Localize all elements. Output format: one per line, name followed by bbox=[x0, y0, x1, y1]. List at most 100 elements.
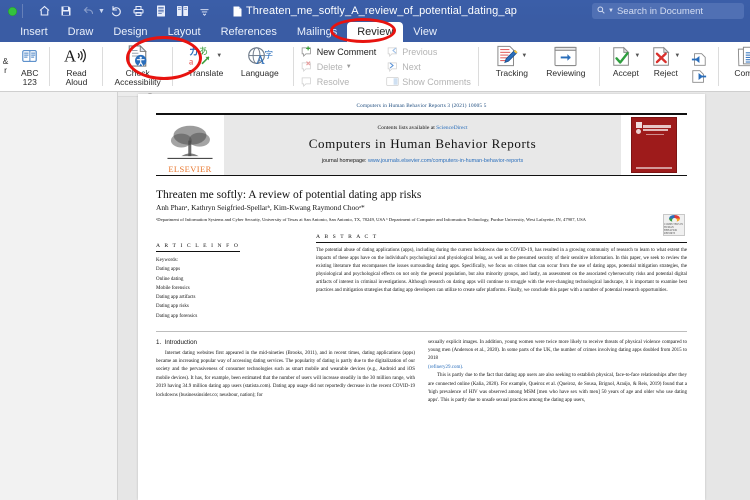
header-rule-bottom bbox=[156, 174, 687, 177]
body-paragraph-right-3: This is partly due to the fact that dati… bbox=[428, 373, 687, 404]
ribbon-divider bbox=[598, 47, 600, 86]
thesaurus-label: & r bbox=[2, 56, 9, 75]
running-head: Computers in Human Behavior Reports 3 (2… bbox=[356, 103, 487, 109]
tab-review[interactable]: Review bbox=[347, 22, 404, 42]
word-count-button[interactable]: ABC 123 bbox=[16, 42, 43, 91]
ribbon-group-speech: A Read Aloud bbox=[52, 42, 100, 91]
svg-text:A: A bbox=[64, 47, 76, 66]
save-icon[interactable] bbox=[56, 2, 76, 20]
search-scope-caret-icon[interactable]: ▼ bbox=[608, 8, 614, 14]
section-title: Introduction bbox=[164, 338, 197, 346]
tab-layout[interactable]: Layout bbox=[158, 22, 211, 42]
ribbon-group-changes: ▼ Accept ▼ Reject bbox=[602, 42, 716, 91]
search-placeholder-text: Search in Document bbox=[616, 5, 704, 17]
reject-button[interactable]: ▼ Reject bbox=[646, 42, 686, 91]
journal-header: ELSEVIER Contents lists available at Sci… bbox=[156, 113, 687, 177]
journal-cover-thumb bbox=[621, 114, 687, 175]
new-comment-label: New Comment bbox=[316, 46, 377, 57]
delete-comment-button[interactable]: Delete ▼ bbox=[298, 59, 380, 74]
print-layout-icon[interactable] bbox=[151, 2, 171, 20]
document-page[interactable]: Computers in Human Behavior Reports 3 (2… bbox=[138, 94, 705, 500]
check-accessibility-icon bbox=[127, 44, 148, 68]
cover-mark-circle bbox=[636, 128, 641, 134]
document-canvas[interactable]: Computers in Human Behavior Reports 3 (2… bbox=[0, 92, 750, 500]
sciencedirect-link[interactable]: ScienceDirect bbox=[436, 125, 467, 131]
translate-caret-icon[interactable]: ▼ bbox=[216, 53, 222, 59]
cover-mark-square bbox=[636, 121, 642, 128]
document-title-text: Threaten_me_softly_A_review_of_potential… bbox=[245, 5, 517, 17]
ribbon-group-accessibility: Check Accessibility bbox=[105, 42, 169, 91]
reject-label: Reject bbox=[653, 68, 678, 78]
paper-authors: Anh Phanᵃ, Kathryn Seigfried-Spellarᵇ, K… bbox=[156, 203, 365, 213]
previous-change-icon[interactable] bbox=[691, 51, 707, 68]
accept-caret-icon[interactable]: ▼ bbox=[634, 53, 640, 59]
cover-line-3 bbox=[646, 133, 664, 136]
tracking-button[interactable]: ▼ Tracking bbox=[485, 42, 539, 91]
tracking-icon: ▼ bbox=[496, 44, 527, 68]
ribbon-divider bbox=[49, 47, 51, 86]
next-change-icon[interactable] bbox=[691, 68, 707, 85]
cover-line-1 bbox=[643, 124, 671, 128]
thesaurus-button[interactable]: & r bbox=[0, 42, 16, 91]
redo-icon[interactable] bbox=[107, 2, 127, 20]
paper-title: Threaten me softly: A review of potentia… bbox=[156, 189, 422, 202]
window-close-traffic-light[interactable] bbox=[8, 6, 17, 16]
body-column-right: sexually explicit images. In addition, y… bbox=[428, 339, 687, 406]
search-input[interactable]: ▼ Search in Document bbox=[592, 3, 744, 19]
two-page-view-icon[interactable] bbox=[173, 2, 193, 20]
print-icon[interactable] bbox=[129, 2, 149, 20]
abstract-heading: A B S T R A C T bbox=[316, 234, 687, 244]
tab-insert[interactable]: Insert bbox=[10, 22, 58, 42]
crossmark-badge[interactable]: COMPUTERS IN HUMAN BEHAVIOR REPORTS bbox=[663, 214, 685, 236]
tab-references[interactable]: References bbox=[211, 22, 287, 42]
show-comments-button[interactable]: Show Comments bbox=[383, 74, 474, 89]
delete-comment-caret-icon[interactable]: ▼ bbox=[346, 64, 352, 70]
home-icon[interactable] bbox=[34, 2, 54, 20]
svg-text:カ: カ bbox=[189, 47, 199, 58]
homepage-label: journal homepage: bbox=[321, 158, 367, 165]
tracking-caret-icon[interactable]: ▼ bbox=[521, 53, 527, 59]
check-accessibility-label: Check Accessibility bbox=[114, 68, 161, 87]
show-comments-icon bbox=[386, 75, 399, 88]
elsevier-logo: ELSEVIER bbox=[156, 114, 224, 175]
journal-band: ELSEVIER Contents lists available at Sci… bbox=[156, 114, 687, 175]
translate-label: Translate bbox=[188, 68, 224, 78]
resolve-comment-button[interactable]: Resolve bbox=[298, 74, 380, 89]
customize-toolbar-caret-icon[interactable] bbox=[195, 2, 215, 20]
ribbon-review-tab: & r ABC 123 A Read Aloud Check Accessibi… bbox=[0, 42, 750, 92]
tab-design[interactable]: Design bbox=[103, 22, 157, 42]
journal-cover-image bbox=[631, 116, 677, 173]
delete-comment-label: Delete bbox=[316, 61, 343, 72]
accept-button[interactable]: ▼ Accept bbox=[606, 42, 646, 91]
tab-home[interactable]: e bbox=[0, 22, 10, 42]
undo-icon[interactable] bbox=[78, 2, 98, 20]
keyword-item: Dating app artifacts bbox=[156, 295, 196, 301]
compare-button[interactable]: ▼ Compare bbox=[725, 42, 750, 91]
undo-caret-icon[interactable]: ▼ bbox=[98, 8, 105, 15]
tab-view[interactable]: View bbox=[403, 22, 447, 42]
body-paragraph-left: Internet dating websites first appeared … bbox=[156, 350, 415, 398]
next-comment-button[interactable]: Next bbox=[383, 59, 474, 74]
check-accessibility-button[interactable]: Check Accessibility bbox=[109, 42, 165, 91]
previous-comment-button[interactable]: Previous bbox=[383, 44, 474, 59]
show-comments-label: Show Comments bbox=[402, 76, 471, 87]
new-comment-button[interactable]: New Comment bbox=[298, 44, 380, 59]
paper-affiliations: ᵃDepartment of Information Systems and C… bbox=[156, 217, 587, 223]
reject-caret-icon[interactable]: ▼ bbox=[674, 53, 680, 59]
body-paragraph-right-2[interactable]: (refinery29.com). bbox=[428, 364, 687, 372]
keywords-label: Keywords: bbox=[156, 258, 178, 264]
ribbon-group-comment-nav: Previous Next Show Comments bbox=[381, 42, 476, 91]
translate-button[interactable]: カ あ a ▼ Translate bbox=[179, 42, 233, 91]
read-aloud-button[interactable]: A Read Aloud bbox=[56, 42, 96, 91]
comment-next-icon bbox=[386, 60, 399, 73]
journal-name: Computers in Human Behavior Reports bbox=[308, 136, 537, 152]
language-button[interactable]: A 字 Language bbox=[233, 42, 287, 91]
tab-mailings[interactable]: Mailings bbox=[287, 22, 347, 42]
elsevier-tree-icon bbox=[167, 125, 213, 160]
body-paragraph-right-1: sexually explicit images. In addition, y… bbox=[428, 339, 687, 362]
word-document-icon bbox=[233, 6, 242, 17]
tab-draw[interactable]: Draw bbox=[58, 22, 104, 42]
homepage-url[interactable]: www.journals.elsevier.com/computers-in-h… bbox=[368, 158, 523, 164]
reviewing-pane-button[interactable]: Reviewing bbox=[539, 42, 593, 91]
article-info-column: A R T I C L E I N F O Keywords: Dating a… bbox=[156, 234, 302, 321]
